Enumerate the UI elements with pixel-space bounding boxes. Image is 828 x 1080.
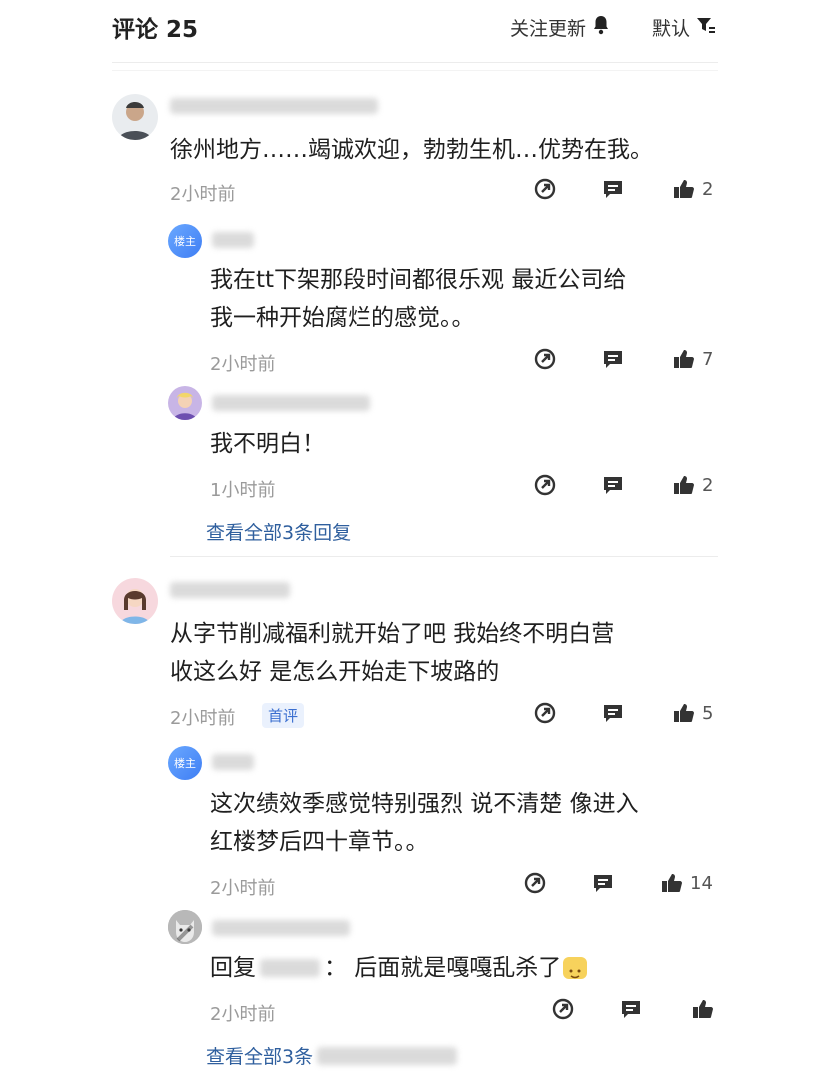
- share-icon[interactable]: [550, 996, 576, 1022]
- reply-text: 我一种开始腐烂的感觉。。: [210, 305, 475, 331]
- reply-text: 红楼梦后四十章节。。: [210, 829, 429, 855]
- share-icon[interactable]: [532, 700, 558, 726]
- comment-text: 收这么好 是怎么开始走下坡路的: [170, 659, 500, 685]
- reply-text: 这次绩效季感觉特别强烈 说不清楚 像进入: [210, 791, 639, 817]
- view-all-replies-link[interactable]: 查看全部3条: [206, 1042, 458, 1069]
- thumbs-up-icon: [693, 1000, 713, 1018]
- thumbs-up-icon: [674, 704, 694, 722]
- smile-emoji-icon: [563, 957, 588, 979]
- header-divider: [112, 62, 718, 63]
- comment-text: 徐州地方……竭诚欢迎，勃勃生机…优势在我。: [170, 137, 653, 163]
- reply-time: 2小时前: [210, 878, 276, 899]
- comment-icon[interactable]: [590, 870, 616, 896]
- like-button[interactable]: 2: [672, 176, 713, 202]
- thumbs-up-icon: [674, 350, 694, 368]
- first-comment-badge: 首评: [262, 703, 305, 728]
- reply-time: 1小时前: [210, 480, 276, 501]
- like-count: 2: [702, 474, 714, 496]
- comment-icon[interactable]: [618, 996, 644, 1022]
- like-button[interactable]: [690, 996, 716, 1022]
- comment-icon[interactable]: [600, 700, 626, 726]
- share-icon[interactable]: [532, 472, 558, 498]
- comment-icon[interactable]: [600, 176, 626, 202]
- username-blurred: [212, 232, 254, 248]
- username-blurred: [212, 920, 350, 936]
- comment-time: 2小时前: [170, 184, 236, 205]
- avatar[interactable]: [168, 386, 202, 420]
- avatar[interactable]: [112, 578, 158, 624]
- header-divider-2: [112, 70, 718, 71]
- thumbs-up-icon: [662, 874, 682, 892]
- comment-icon[interactable]: [600, 346, 626, 372]
- comment-divider: [170, 556, 718, 557]
- username-blurred: [170, 98, 378, 114]
- comments-title: 评论 25: [112, 17, 199, 43]
- view-all-label: 查看全部3条: [206, 1046, 314, 1068]
- reply-text: 回复 ： 后面就是嘎嘎乱杀了: [210, 948, 588, 988]
- comment-time: 2小时前: [170, 708, 236, 729]
- like-count: 7: [702, 348, 714, 370]
- comment-icon[interactable]: [600, 472, 626, 498]
- like-button[interactable]: 7: [672, 346, 713, 372]
- like-count: 5: [702, 702, 714, 724]
- thumbs-up-icon: [674, 476, 694, 494]
- reply-text: 我不明白！: [210, 431, 325, 457]
- share-icon[interactable]: [522, 870, 548, 896]
- reply-body: ： 后面就是嘎嘎乱杀了: [324, 955, 562, 981]
- op-avatar[interactable]: 楼主: [168, 224, 202, 258]
- username-blurred: [212, 395, 370, 411]
- sort-label: 默认: [652, 18, 691, 40]
- view-all-replies-link[interactable]: 查看全部3条回复: [206, 518, 351, 545]
- follow-updates-label: 关注更新: [510, 18, 587, 40]
- like-count: 2: [702, 178, 714, 200]
- like-button[interactable]: 2: [672, 472, 713, 498]
- like-button[interactable]: 14: [660, 870, 713, 896]
- bell-icon: [592, 15, 610, 40]
- username-blurred: [170, 582, 290, 598]
- like-count: 14: [690, 872, 713, 894]
- thumbs-up-icon: [674, 180, 694, 198]
- follow-updates-button[interactable]: 关注更新: [510, 14, 610, 41]
- reply-time: 2小时前: [210, 1004, 276, 1025]
- op-badge: 楼主: [174, 757, 196, 770]
- comment-text: 从字节削减福利就开始了吧 我始终不明白营: [170, 621, 615, 647]
- reply-text: 我在tt下架那段时间都很乐观 最近公司给: [210, 267, 627, 293]
- share-icon[interactable]: [532, 346, 558, 372]
- username-blurred: [212, 754, 254, 770]
- avatar[interactable]: [112, 94, 158, 140]
- reply-time: 2小时前: [210, 354, 276, 375]
- like-button[interactable]: 5: [672, 700, 713, 726]
- avatar[interactable]: [168, 910, 202, 944]
- op-badge: 楼主: [174, 235, 196, 248]
- mentioned-user-blurred: [260, 959, 320, 977]
- sort-dropdown[interactable]: 默认: [652, 14, 716, 41]
- share-icon[interactable]: [532, 176, 558, 202]
- obscured-text: [317, 1046, 458, 1065]
- reply-prefix: 回复: [210, 955, 256, 981]
- filter-icon: [696, 15, 716, 40]
- op-avatar[interactable]: 楼主: [168, 746, 202, 780]
